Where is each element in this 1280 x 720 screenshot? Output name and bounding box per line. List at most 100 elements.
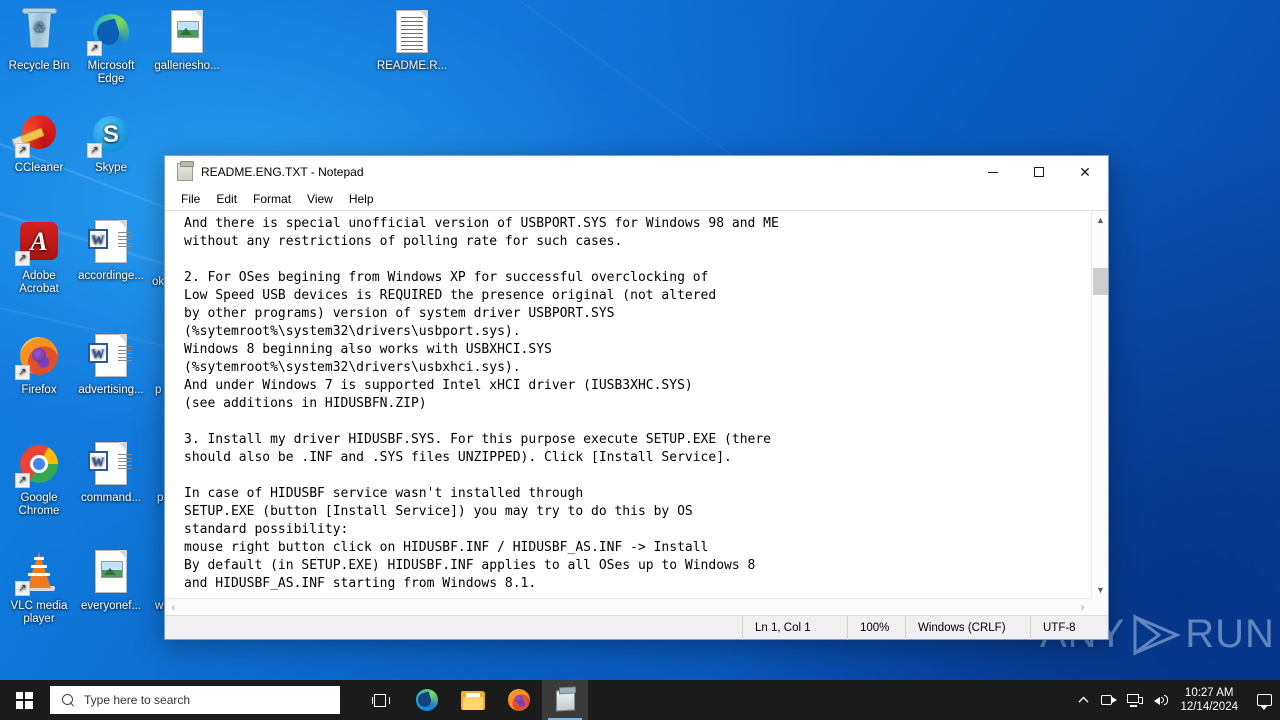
menu-item-view[interactable]: View [299, 191, 341, 207]
desktop-icon-vlc[interactable]: ↗ VLC media player [2, 548, 76, 626]
skype-icon: S ↗ [87, 110, 135, 158]
status-zoom-level: 100% [847, 615, 905, 640]
vertical-scrollbar[interactable]: ▲ ▼ [1091, 211, 1108, 598]
firefox-icon [508, 689, 530, 711]
task-view-icon [372, 693, 390, 708]
close-button[interactable]: ✕ [1062, 156, 1108, 188]
desktop-icon-label: Google Chrome [18, 492, 60, 517]
desktop-icon-label: accordinge... [78, 270, 144, 282]
notepad-text-content[interactable]: And there is special unofficial version … [184, 215, 1086, 595]
desktop-icon-skype[interactable]: S ↗ Skype [74, 110, 148, 175]
chrome-icon: ↗ [15, 440, 63, 488]
desktop-icon-chrome[interactable]: ↗ Google Chrome [2, 440, 76, 518]
taskbar-search-box[interactable]: Type here to search [50, 686, 340, 714]
system-tray: 10:27 AM 12/14/2024 [1070, 680, 1280, 720]
search-icon [62, 693, 75, 707]
desktop-icon-word-doc[interactable]: Waccordinge... [74, 218, 148, 283]
clock-date: 12/14/2024 [1180, 701, 1238, 713]
menu-item-format[interactable]: Format [245, 191, 299, 207]
desktop-icon-label: galleriesho... [154, 60, 220, 72]
window-controls: ✕ [970, 156, 1108, 188]
shortcut-arrow-icon: ↗ [87, 41, 102, 56]
desktop-icon-firefox[interactable]: ↗ Firefox [2, 332, 76, 397]
start-button[interactable] [0, 680, 48, 720]
desktop-icon-label: Skype [95, 162, 127, 174]
taskbar-item-notepad[interactable] [542, 680, 588, 720]
maximize-button[interactable] [1016, 156, 1062, 188]
camera-icon[interactable] [1096, 680, 1122, 720]
desktop-icon-label: README.R... [376, 60, 448, 72]
notification-icon [1256, 694, 1272, 710]
shortcut-arrow-icon: ↗ [15, 143, 30, 158]
notepad-icon [177, 161, 194, 181]
notepad-title-bar[interactable]: README.ENG.TXT - Notepad ✕ [165, 156, 1108, 188]
image-doc-icon [87, 548, 135, 596]
file-explorer-icon [461, 690, 485, 710]
desktop-icon-label: Recycle Bin [8, 60, 70, 72]
desktop-icon-label: CCleaner [14, 162, 64, 174]
close-icon: ✕ [1079, 164, 1091, 180]
shortcut-arrow-icon: ↗ [15, 581, 30, 596]
taskbar-item-file-explorer[interactable] [450, 680, 496, 720]
desktop-icon-label: Firefox [21, 384, 57, 396]
desktop-icon-word-doc[interactable]: Wcommand... [74, 440, 148, 505]
shortcut-arrow-icon: ↗ [87, 143, 102, 158]
desktop-icon-label: everyonef... [80, 600, 142, 612]
desktop-icon-acrobat[interactable]: A ↗ Adobe Acrobat [2, 218, 76, 296]
recycle-bin-icon: ♻ [15, 8, 63, 56]
horizontal-scrollbar[interactable]: ‹ › [165, 598, 1091, 615]
scrollbar-corner [1091, 598, 1108, 615]
search-placeholder: Type here to search [84, 693, 191, 707]
desktop-icon-label: advertising... [78, 384, 144, 396]
desktop-icon-image-doc[interactable]: galleriesho... [150, 8, 224, 73]
desktop-icon-text-doc[interactable]: README.R... [375, 8, 449, 73]
scroll-left-icon[interactable]: ‹ [165, 599, 182, 616]
scroll-up-icon[interactable]: ▲ [1092, 211, 1109, 228]
task-view-button[interactable] [358, 680, 404, 720]
minimize-button[interactable] [970, 156, 1016, 188]
taskbar[interactable]: Type here to search 10:27 AM 12/14/2024 [0, 680, 1280, 720]
menu-item-edit[interactable]: Edit [208, 191, 245, 207]
tray-overflow-button[interactable] [1070, 680, 1096, 720]
volume-icon[interactable] [1148, 680, 1174, 720]
desktop-icon-label: command... [80, 492, 142, 504]
notepad-window[interactable]: README.ENG.TXT - Notepad ✕ File Edit Forma… [164, 155, 1109, 640]
desktop-icon-image-doc[interactable]: everyonef... [74, 548, 148, 613]
firefox-icon: ↗ [15, 332, 63, 380]
notepad-status-bar: Ln 1, Col 1 100% Windows (CRLF) UTF-8 [165, 615, 1108, 640]
ccleaner-icon: ↗ [15, 110, 63, 158]
desktop-icon-word-doc[interactable]: Wadvertising... [74, 332, 148, 397]
image-doc-icon [163, 8, 211, 56]
menu-item-help[interactable]: Help [341, 191, 382, 207]
desktop-icon-label: VLC media player [10, 600, 68, 625]
taskbar-clock[interactable]: 10:27 AM 12/14/2024 [1174, 686, 1248, 714]
edge-icon [416, 689, 438, 711]
scroll-down-icon[interactable]: ▼ [1092, 581, 1109, 598]
desktop-icon-label: Adobe Acrobat [19, 270, 59, 295]
vertical-scrollbar-thumb[interactable] [1093, 268, 1108, 295]
taskbar-item-firefox[interactable] [496, 680, 542, 720]
taskbar-item-edge[interactable] [404, 680, 450, 720]
window-title: README.ENG.TXT - Notepad [201, 165, 364, 179]
minimize-icon [988, 171, 998, 173]
text-doc-icon [388, 8, 436, 56]
acrobat-icon: A ↗ [15, 218, 63, 266]
notepad-menu-bar: File Edit Format View Help [165, 188, 1108, 210]
network-icon[interactable] [1122, 680, 1148, 720]
notifications-button[interactable] [1248, 680, 1280, 720]
word-doc-icon: W [87, 332, 135, 380]
menu-item-file[interactable]: File [173, 191, 208, 207]
taskbar-app-buttons [358, 680, 588, 720]
scroll-right-icon[interactable]: › [1074, 599, 1091, 616]
windows-logo-icon [15, 691, 33, 709]
desktop-icon-ccleaner[interactable]: ↗ CCleaner [2, 110, 76, 175]
desktop-icon-edge[interactable]: ↗ Microsoft Edge [74, 8, 148, 86]
shortcut-arrow-icon: ↗ [15, 365, 30, 380]
desktop-icon-recycle-bin[interactable]: ♻ Recycle Bin [2, 8, 76, 73]
notepad-icon [555, 689, 575, 711]
maximize-icon [1034, 167, 1044, 177]
shortcut-arrow-icon: ↗ [15, 251, 30, 266]
status-cursor-position: Ln 1, Col 1 [742, 615, 847, 640]
word-doc-icon: W [87, 218, 135, 266]
notepad-editor-area[interactable]: And there is special unofficial version … [165, 210, 1108, 615]
